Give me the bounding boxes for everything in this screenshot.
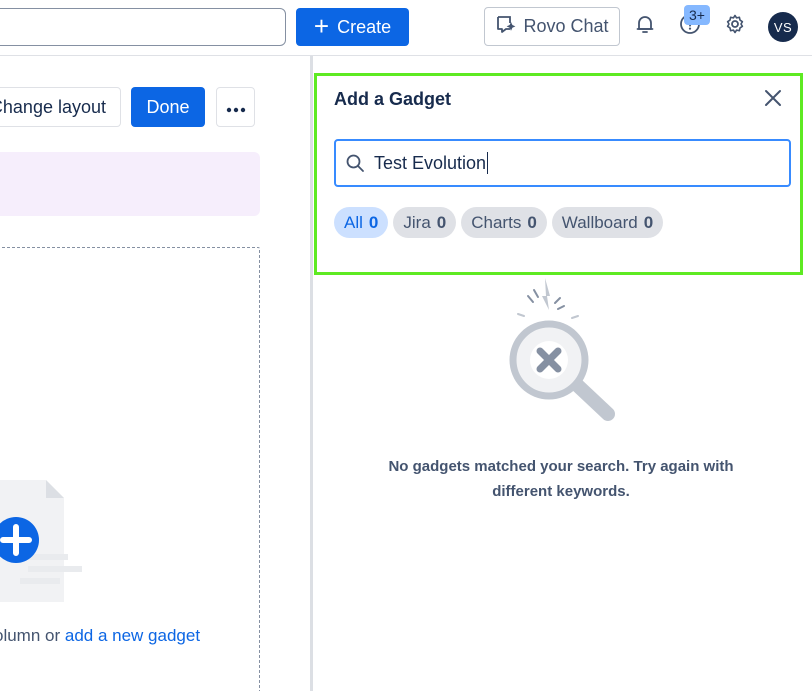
top-navigation-bar: + Create Rovo Chat 3+ VS: [0, 0, 812, 56]
notifications-button[interactable]: [629, 10, 661, 42]
filter-chip-label: All: [344, 212, 363, 232]
more-icon: [226, 96, 246, 119]
filter-chip-charts[interactable]: Charts 0: [461, 207, 547, 238]
global-search-input[interactable]: [0, 8, 286, 46]
gadget-dropzone-column[interactable]: [0, 247, 260, 691]
text-cursor: [487, 152, 489, 174]
app-root: + Create Rovo Chat 3+ VS Change layout D…: [0, 0, 812, 691]
create-button-label: Create: [337, 16, 392, 37]
plus-icon: +: [313, 11, 330, 41]
filter-chip-all[interactable]: All 0: [334, 207, 389, 238]
panel-title: Add a Gadget: [334, 89, 452, 109]
filter-chip-count: 0: [527, 212, 537, 232]
filter-chip-wallboard[interactable]: Wallboard 0: [551, 207, 664, 238]
add-gadget-panel: Add a Gadget Test Evolution All 0 Jira 0…: [314, 73, 803, 275]
no-results-illustration: [500, 278, 620, 428]
filter-chip-jira[interactable]: Jira 0: [393, 207, 457, 238]
gadget-search-input[interactable]: Test Evolution: [334, 139, 791, 187]
rovo-chat-label: Rovo Chat: [523, 16, 609, 36]
settings-button[interactable]: [719, 10, 751, 42]
rovo-chat-icon: [495, 13, 517, 40]
search-icon: [336, 153, 374, 173]
dashboard-banner: [0, 152, 260, 216]
filter-chip-count: 0: [436, 212, 447, 232]
change-layout-label: Change layout: [0, 96, 106, 117]
dropzone-hint: olumn or add a new gadget: [0, 626, 200, 646]
gear-icon: [724, 13, 746, 40]
add-gadget-illustration: [0, 476, 90, 606]
no-results-message: No gadgets matched your search. Try agai…: [388, 458, 734, 500]
close-icon: [764, 89, 782, 112]
done-button[interactable]: Done: [131, 87, 205, 127]
filter-chip-label: Wallboard: [561, 212, 638, 232]
filter-chip-label: Charts: [471, 212, 522, 232]
dropzone-hint-prefix: olumn or: [0, 626, 61, 645]
create-button[interactable]: + Create: [296, 8, 409, 46]
filter-chip-label: Jira: [403, 212, 431, 232]
more-actions-button[interactable]: [216, 87, 255, 127]
gadget-category-filters: All 0 Jira 0 Charts 0 Wallboard 0: [334, 207, 664, 238]
rovo-chat-button[interactable]: Rovo Chat: [484, 7, 620, 46]
panel-divider[interactable]: [310, 56, 313, 691]
add-new-gadget-link[interactable]: add a new gadget: [65, 626, 200, 645]
filter-chip-count: 0: [368, 212, 379, 232]
close-panel-button[interactable]: [759, 86, 787, 114]
user-avatar[interactable]: VS: [768, 12, 798, 42]
gadget-search-value: Test Evolution: [374, 152, 487, 173]
change-layout-button[interactable]: Change layout: [0, 87, 121, 127]
done-button-label: Done: [146, 96, 190, 117]
filter-chip-count: 0: [643, 212, 654, 232]
bell-icon: [634, 13, 656, 40]
help-notification-badge: 3+: [684, 5, 710, 25]
